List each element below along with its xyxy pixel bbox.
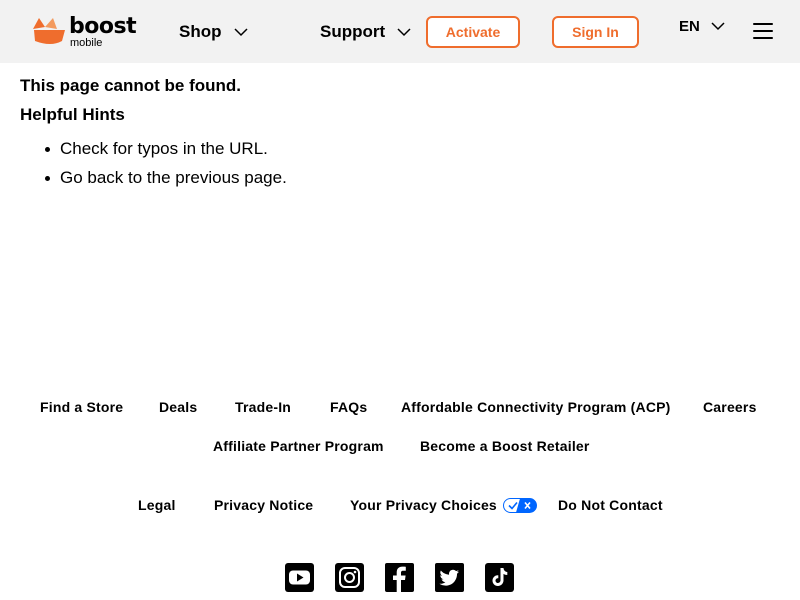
chevron-down-icon [397,28,411,37]
youtube-icon[interactable] [285,563,314,592]
nav-support-label: Support [320,22,386,41]
hints-heading: Helpful Hints [20,105,125,124]
footer-link-affiliate-partner[interactable]: Affiliate Partner Program [213,438,384,454]
site-header: boost mobile Shop Support Activate Sign … [0,0,800,63]
sign-in-button[interactable]: Sign In [552,16,639,48]
footer-link-trade-in[interactable]: Trade-In [235,399,291,415]
boost-mobile-logo[interactable]: boost mobile [31,14,143,51]
nav-shop-label: Shop [179,22,222,41]
page-title: This page cannot be found. [20,76,241,95]
footer-link-privacy-choices[interactable]: Your Privacy Choices [350,497,537,513]
hamburger-menu-icon[interactable] [753,23,773,39]
footer-link-find-a-store[interactable]: Find a Store [40,399,123,415]
nav-support[interactable]: Support [320,21,411,43]
privacy-choices-icon [502,497,537,513]
footer-link-faqs[interactable]: FAQs [330,399,367,415]
language-label: EN [679,17,700,35]
facebook-icon[interactable] [385,563,414,592]
list-item: Check for typos in the URL. [20,134,287,163]
list-item: Go back to the previous page. [20,163,287,192]
footer-link-legal[interactable]: Legal [138,497,176,513]
hints-list: Check for typos in the URL. Go back to t… [20,134,287,192]
chevron-down-icon [233,28,248,37]
footer-link-careers[interactable]: Careers [703,399,757,415]
footer-link-do-not-contact[interactable]: Do Not Contact [558,497,663,513]
tiktok-icon[interactable] [485,563,514,592]
activate-button[interactable]: Activate [426,16,520,48]
boost-star-icon [33,18,65,44]
language-selector[interactable]: EN [679,16,725,36]
footer-link-acp[interactable]: Affordable Connectivity Program (ACP) [401,399,671,415]
footer-link-privacy-notice[interactable]: Privacy Notice [214,497,313,513]
chevron-down-icon [711,22,725,31]
twitter-icon[interactable] [435,563,464,592]
instagram-icon[interactable] [335,563,364,592]
footer-link-become-retailer[interactable]: Become a Boost Retailer [420,438,590,454]
footer-link-deals[interactable]: Deals [159,399,197,415]
nav-shop[interactable]: Shop [179,21,248,43]
privacy-choices-label: Your Privacy Choices [350,497,497,513]
logo-subtext: mobile [70,37,103,49]
